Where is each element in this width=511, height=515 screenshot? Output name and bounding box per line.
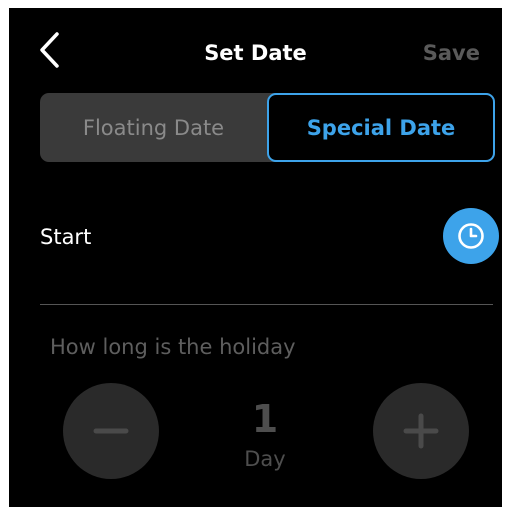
minus-icon <box>93 428 129 434</box>
plus-icon <box>403 413 439 449</box>
divider <box>40 304 493 305</box>
holiday-duration-label: How long is the holiday <box>50 335 296 359</box>
start-time-button[interactable] <box>443 208 499 264</box>
decrement-button[interactable] <box>63 383 159 479</box>
date-type-segmented-control: Floating Date Special Date <box>40 93 495 162</box>
header: Set Date Save <box>9 8 502 88</box>
save-button[interactable]: Save <box>423 40 480 66</box>
duration-value: 1 <box>251 397 279 441</box>
clock-icon <box>458 223 484 249</box>
tab-special-date[interactable]: Special Date <box>267 93 495 162</box>
increment-button[interactable] <box>373 383 469 479</box>
set-date-screen: Set Date Save Floating Date Special Date… <box>9 8 502 507</box>
start-label: Start <box>40 225 92 249</box>
tab-floating-date[interactable]: Floating Date <box>40 93 267 162</box>
start-row: Start <box>40 208 499 264</box>
duration-unit: Day <box>244 447 286 471</box>
